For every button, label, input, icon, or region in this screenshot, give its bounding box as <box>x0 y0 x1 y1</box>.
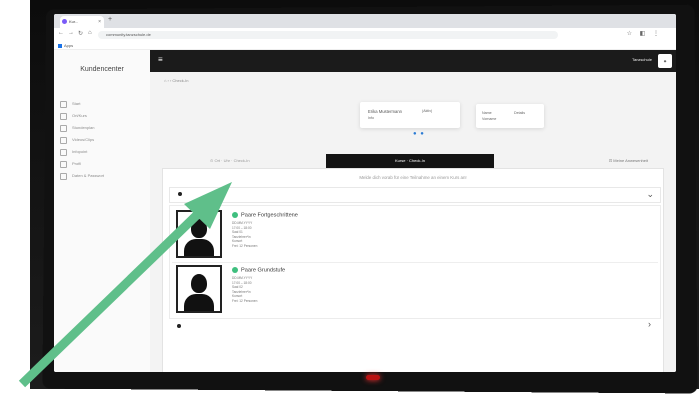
browser-tabbar: Kur... × + <box>54 14 676 28</box>
card2-meta: Details <box>514 111 525 115</box>
close-tab-icon[interactable]: × <box>98 16 101 28</box>
chevron-right-icon[interactable]: › <box>648 319 651 329</box>
url-text: community.tanzschule.de <box>106 32 151 37</box>
card1-title: Erika Mustermann <box>368 109 402 114</box>
course-details: DD.MM.YYYY 17:00 – 18:00 Saal 01 Tanzleh… <box>232 221 257 249</box>
sidebar-item-infopoint[interactable]: Infopoint <box>58 146 148 158</box>
sidebar-item-label: Infopoint <box>72 149 88 154</box>
sidebar-item-label: Ort/Kurs <box>72 113 87 118</box>
card2-sub: Vorname <box>482 117 497 121</box>
course-list: Paare Fortgeschrittene DD.MM.YYYY 17:00 … <box>169 205 661 319</box>
my-attendance-link[interactable]: ⊡ Meine Anwesenheit <box>609 158 648 163</box>
video-icon <box>60 137 67 144</box>
toolbar-extension-icons[interactable]: ☆ ◧ ⋮ <box>627 30 662 37</box>
course-title-text: Paare Grundstufe <box>241 267 286 274</box>
info-card-2[interactable]: Name Details Vorname <box>476 104 544 128</box>
sidebar-item-ort-kurs[interactable]: Ort/Kurs <box>58 110 148 122</box>
screen: Kur... × + ← → ↻ ⌂ community.tanzschule.… <box>54 14 676 372</box>
forward-icon[interactable]: → <box>68 30 74 36</box>
bookmarks-bar: Apps <box>54 42 676 50</box>
hamburger-menu-icon[interactable]: ≡ <box>158 55 163 64</box>
bookmark-apps[interactable]: Apps <box>64 43 73 48</box>
lock-icon <box>60 173 67 180</box>
location-icon <box>60 113 67 120</box>
course-item[interactable]: Paare Grundstufe DD.MM.YYYY 17:00 – 18:0… <box>172 262 658 317</box>
main-content: ⌂ › › Check-In Erika Mustermann (Aktiv) … <box>150 72 676 372</box>
avatar-placeholder-icon <box>176 265 222 313</box>
power-led <box>366 375 380 380</box>
top-navbar: ≡ Tanzschule ◉ <box>150 50 676 72</box>
card1-sub: Info <box>368 116 374 120</box>
filter-bar: ⊙ Ort · Uhr · Check-In Kurse · Check-In … <box>150 154 676 168</box>
course-title-text: Paare Fortgeschrittene <box>241 212 298 219</box>
info-icon <box>60 149 67 156</box>
user-name[interactable]: Tanzschule <box>632 57 652 62</box>
brand-title: Kundencenter <box>80 66 124 73</box>
bullet-icon <box>178 192 182 196</box>
next-section-row[interactable]: › <box>169 319 659 333</box>
card1-meta: (Aktiv) <box>422 109 433 113</box>
favicon-icon <box>62 19 67 24</box>
sidebar-item-daten-passwort[interactable]: Daten & Passwort <box>58 170 148 182</box>
home-icon <box>60 101 67 108</box>
address-bar[interactable]: community.tanzschule.de <box>98 31 558 39</box>
sidebar-item-stundenplan[interactable]: Stundenplan <box>58 122 148 134</box>
course-capacity: Frei: 12 Personen <box>232 298 258 303</box>
back-icon[interactable]: ← <box>58 30 64 36</box>
sidebar-item-label: Stundenplan <box>72 125 95 130</box>
status-dot-icon <box>232 212 238 218</box>
course-title[interactable]: Paare Grundstufe <box>232 267 285 273</box>
avatar-placeholder-icon <box>176 210 222 258</box>
sidebar-item-label: Videos/Clips <box>72 137 95 142</box>
carousel-dots[interactable]: ● ● <box>413 131 425 137</box>
sidebar-menu: Start Ort/Kurs Stundenplan Videos/Clips … <box>58 98 148 182</box>
course-capacity: Frei: 12 Personen <box>232 243 258 248</box>
course-dropdown[interactable]: ⌄ <box>169 187 661 203</box>
course-item[interactable]: Paare Fortgeschrittene DD.MM.YYYY 17:00 … <box>172 208 658 262</box>
apps-icon <box>58 43 62 48</box>
reload-icon[interactable]: ↻ <box>78 30 83 37</box>
sidebar-item-videos[interactable]: Videos/Clips <box>58 134 148 146</box>
sidebar-item-label: Daten & Passwort <box>72 173 105 178</box>
signup-notice: Melde dich vorab für eine Teilnahme an e… <box>359 175 467 180</box>
course-panel: Melde dich vorab für eine Teilnahme an e… <box>162 168 664 372</box>
calendar-icon <box>60 125 67 132</box>
browser-tab[interactable]: Kur... × <box>60 16 104 28</box>
sidebar-item-label: Profil <box>72 161 82 166</box>
sidebar-item-label: Start <box>72 101 81 106</box>
card2-title: Name <box>482 111 492 115</box>
info-card-1[interactable]: Erika Mustermann (Aktiv) Info <box>360 102 460 128</box>
user-avatar-logo[interactable]: ◉ <box>658 54 672 68</box>
sidebar: Kundencenter Start Ort/Kurs Stundenplan … <box>54 50 151 372</box>
status-dot-icon <box>232 267 238 273</box>
sidebar-item-profil[interactable]: Profil <box>58 158 148 170</box>
bullet-icon <box>177 324 181 328</box>
tab-title: Kur... <box>69 19 79 24</box>
breadcrumb[interactable]: ⌂ › › Check-In <box>164 78 188 83</box>
new-tab-icon[interactable]: + <box>108 16 112 23</box>
courses-checkin-label: Kurse · Check-In <box>394 158 425 163</box>
courses-checkin-button[interactable]: Kurse · Check-In <box>326 154 494 168</box>
sidebar-item-start[interactable]: Start <box>58 98 148 110</box>
chevron-down-icon[interactable]: ⌄ <box>646 189 654 200</box>
user-icon <box>60 161 67 168</box>
browser-toolbar: ← → ↻ ⌂ community.tanzschule.de ☆ ◧ ⋮ <box>54 28 676 43</box>
course-details: DD.MM.YYYY 17:00 – 18:00 Saal 02 Tanzleh… <box>232 276 257 304</box>
home-browser-icon[interactable]: ⌂ <box>88 30 92 36</box>
course-title[interactable]: Paare Fortgeschrittene <box>232 212 298 218</box>
filter-location-time[interactable]: ⊙ Ort · Uhr · Check-In <box>210 158 250 163</box>
